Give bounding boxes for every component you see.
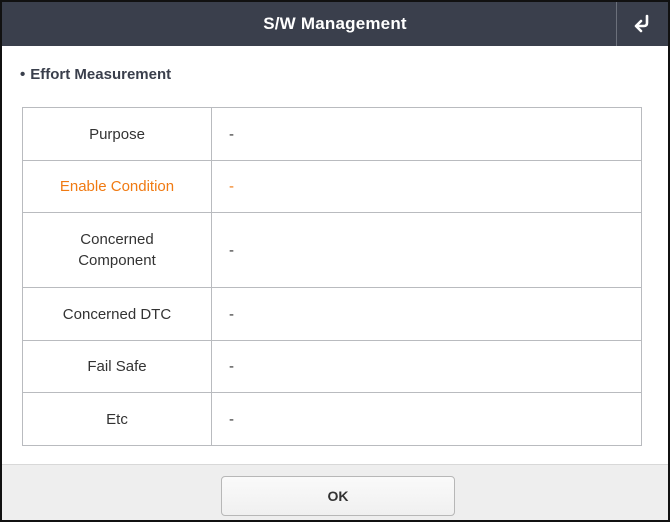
row-label-line: Concerned: [80, 231, 154, 248]
table-row: Fail Safe -: [23, 341, 641, 393]
section-title-text: Effort Measurement: [30, 66, 172, 83]
title-bar: S/W Management: [2, 2, 668, 46]
dialog-title: S/W Management: [263, 14, 407, 33]
row-value: -: [229, 241, 234, 259]
return-arrow-icon: [634, 14, 648, 33]
row-label: Concerned DTC: [23, 288, 212, 340]
info-table: Purpose - Enable Condition - Concerned C…: [22, 107, 642, 446]
row-label-line: Component: [78, 252, 156, 269]
row-label: Etc: [23, 393, 212, 445]
table-row: Concerned DTC -: [23, 288, 641, 341]
row-label: Fail Safe: [23, 341, 212, 392]
row-value: -: [229, 305, 234, 323]
row-value: -: [229, 178, 234, 195]
table-row[interactable]: Enable Condition -: [23, 161, 641, 213]
sw-management-dialog: S/W Management • Effort Measurement Purpo…: [0, 0, 670, 522]
row-label: Concerned Component: [23, 213, 212, 287]
row-value: -: [229, 410, 234, 428]
section-title: • Effort Measurement: [20, 66, 171, 83]
row-label: Enable Condition: [23, 161, 212, 212]
table-row: Etc -: [23, 393, 641, 445]
back-button[interactable]: [616, 2, 668, 46]
section-bullet: •: [20, 66, 26, 83]
row-value: -: [229, 358, 234, 375]
ok-button[interactable]: OK: [221, 476, 455, 516]
row-value: -: [229, 125, 234, 143]
row-label: Purpose: [23, 108, 212, 160]
dialog-footer: OK: [2, 464, 668, 520]
table-row: Concerned Component -: [23, 213, 641, 288]
table-row: Purpose -: [23, 108, 641, 161]
